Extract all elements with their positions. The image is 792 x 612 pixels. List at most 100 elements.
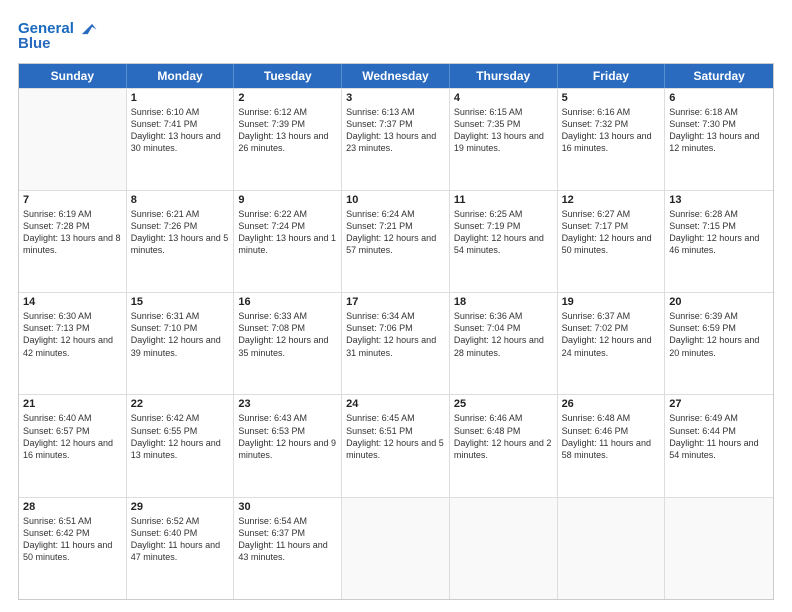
day-number: 11 <box>454 194 553 206</box>
calendar-cell: 19 Sunrise: 6:37 AMSunset: 7:02 PMDayligh… <box>558 293 666 394</box>
calendar-cell: 28 Sunrise: 6:51 AMSunset: 6:42 PMDayligh… <box>19 498 127 599</box>
day-number: 8 <box>131 194 230 206</box>
day-number: 25 <box>454 398 553 410</box>
calendar-cell: 11 Sunrise: 6:25 AMSunset: 7:19 PMDayligh… <box>450 191 558 292</box>
calendar-cell <box>450 498 558 599</box>
day-number: 28 <box>23 501 122 513</box>
day-number: 5 <box>562 92 661 104</box>
logo: General Blue <box>18 18 98 53</box>
calendar-cell <box>665 498 773 599</box>
day-number: 19 <box>562 296 661 308</box>
calendar-header-cell: Sunday <box>19 64 127 88</box>
calendar-cell: 2 Sunrise: 6:12 AMSunset: 7:39 PMDaylight… <box>234 89 342 190</box>
cell-info: Sunrise: 6:31 AMSunset: 7:10 PMDaylight:… <box>131 310 230 359</box>
day-number: 20 <box>669 296 769 308</box>
day-number: 23 <box>238 398 337 410</box>
day-number: 24 <box>346 398 445 410</box>
cell-info: Sunrise: 6:22 AMSunset: 7:24 PMDaylight:… <box>238 208 337 257</box>
calendar-header-cell: Monday <box>127 64 235 88</box>
calendar-header-cell: Tuesday <box>234 64 342 88</box>
day-number: 22 <box>131 398 230 410</box>
calendar-cell: 9 Sunrise: 6:22 AMSunset: 7:24 PMDaylight… <box>234 191 342 292</box>
calendar-header: SundayMondayTuesdayWednesdayThursdayFrid… <box>19 64 773 88</box>
cell-info: Sunrise: 6:25 AMSunset: 7:19 PMDaylight:… <box>454 208 553 257</box>
calendar-cell: 1 Sunrise: 6:10 AMSunset: 7:41 PMDaylight… <box>127 89 235 190</box>
calendar-header-cell: Thursday <box>450 64 558 88</box>
cell-info: Sunrise: 6:34 AMSunset: 7:06 PMDaylight:… <box>346 310 445 359</box>
day-number: 6 <box>669 92 769 104</box>
cell-info: Sunrise: 6:37 AMSunset: 7:02 PMDaylight:… <box>562 310 661 359</box>
cell-info: Sunrise: 6:13 AMSunset: 7:37 PMDaylight:… <box>346 106 445 155</box>
cell-info: Sunrise: 6:12 AMSunset: 7:39 PMDaylight:… <box>238 106 337 155</box>
day-number: 7 <box>23 194 122 206</box>
calendar-cell: 8 Sunrise: 6:21 AMSunset: 7:26 PMDaylight… <box>127 191 235 292</box>
logo-text-blue: Blue <box>18 36 51 53</box>
calendar-cell: 21 Sunrise: 6:40 AMSunset: 6:57 PMDayligh… <box>19 395 127 496</box>
cell-info: Sunrise: 6:21 AMSunset: 7:26 PMDaylight:… <box>131 208 230 257</box>
calendar-cell: 23 Sunrise: 6:43 AMSunset: 6:53 PMDayligh… <box>234 395 342 496</box>
calendar-row: 14Sunrise: 6:30 AMSunset: 7:13 PMDayligh… <box>19 292 773 394</box>
cell-info: Sunrise: 6:15 AMSunset: 7:35 PMDaylight:… <box>454 106 553 155</box>
cell-info: Sunrise: 6:16 AMSunset: 7:32 PMDaylight:… <box>562 106 661 155</box>
cell-info: Sunrise: 6:36 AMSunset: 7:04 PMDaylight:… <box>454 310 553 359</box>
calendar-cell: 22Sunrise: 6:42 AMSunset: 6:55 PMDayligh… <box>127 395 235 496</box>
cell-info: Sunrise: 6:24 AMSunset: 7:21 PMDaylight:… <box>346 208 445 257</box>
calendar-row: 21 Sunrise: 6:40 AMSunset: 6:57 PMDayligh… <box>19 394 773 496</box>
cell-info: Sunrise: 6:43 AMSunset: 6:53 PMDaylight:… <box>238 412 337 461</box>
calendar-header-cell: Friday <box>558 64 666 88</box>
calendar-cell: 6 Sunrise: 6:18 AMSunset: 7:30 PMDaylight… <box>665 89 773 190</box>
calendar-cell: 5 Sunrise: 6:16 AMSunset: 7:32 PMDaylight… <box>558 89 666 190</box>
calendar-cell: 15 Sunrise: 6:31 AMSunset: 7:10 PMDayligh… <box>127 293 235 394</box>
day-number: 26 <box>562 398 661 410</box>
cell-info: Sunrise: 6:10 AMSunset: 7:41 PMDaylight:… <box>131 106 230 155</box>
calendar-cell: 27 Sunrise: 6:49 AMSunset: 6:44 PMDayligh… <box>665 395 773 496</box>
calendar-header-cell: Saturday <box>665 64 773 88</box>
calendar-body: 1 Sunrise: 6:10 AMSunset: 7:41 PMDaylight… <box>19 88 773 600</box>
day-number: 27 <box>669 398 769 410</box>
day-number: 3 <box>346 92 445 104</box>
calendar-cell: 17 Sunrise: 6:34 AMSunset: 7:06 PMDayligh… <box>342 293 450 394</box>
cell-info: Sunrise: 6:49 AMSunset: 6:44 PMDaylight:… <box>669 412 769 461</box>
calendar-row: 28 Sunrise: 6:51 AMSunset: 6:42 PMDayligh… <box>19 497 773 599</box>
day-number: 1 <box>131 92 230 104</box>
calendar-cell: 12Sunrise: 6:27 AMSunset: 7:17 PMDayligh… <box>558 191 666 292</box>
calendar-cell <box>19 89 127 190</box>
calendar-cell: 7 Sunrise: 6:19 AMSunset: 7:28 PMDaylight… <box>19 191 127 292</box>
day-number: 16 <box>238 296 337 308</box>
day-number: 29 <box>131 501 230 513</box>
calendar-cell: 16 Sunrise: 6:33 AMSunset: 7:08 PMDayligh… <box>234 293 342 394</box>
logo-icon <box>76 18 98 40</box>
cell-info: Sunrise: 6:51 AMSunset: 6:42 PMDaylight:… <box>23 515 122 564</box>
calendar-cell <box>342 498 450 599</box>
calendar-cell: 24Sunrise: 6:45 AMSunset: 6:51 PMDayligh… <box>342 395 450 496</box>
day-number: 18 <box>454 296 553 308</box>
day-number: 21 <box>23 398 122 410</box>
cell-info: Sunrise: 6:39 AMSunset: 6:59 PMDaylight:… <box>669 310 769 359</box>
day-number: 17 <box>346 296 445 308</box>
calendar: SundayMondayTuesdayWednesdayThursdayFrid… <box>18 63 774 601</box>
day-number: 2 <box>238 92 337 104</box>
cell-info: Sunrise: 6:46 AMSunset: 6:48 PMDaylight:… <box>454 412 553 461</box>
day-number: 13 <box>669 194 769 206</box>
calendar-cell: 13 Sunrise: 6:28 AMSunset: 7:15 PMDayligh… <box>665 191 773 292</box>
cell-info: Sunrise: 6:28 AMSunset: 7:15 PMDaylight:… <box>669 208 769 257</box>
day-number: 4 <box>454 92 553 104</box>
calendar-cell: 26Sunrise: 6:48 AMSunset: 6:46 PMDayligh… <box>558 395 666 496</box>
cell-info: Sunrise: 6:30 AMSunset: 7:13 PMDaylight:… <box>23 310 122 359</box>
day-number: 30 <box>238 501 337 513</box>
calendar-cell: 4 Sunrise: 6:15 AMSunset: 7:35 PMDaylight… <box>450 89 558 190</box>
calendar-row: 1 Sunrise: 6:10 AMSunset: 7:41 PMDaylight… <box>19 88 773 190</box>
cell-info: Sunrise: 6:40 AMSunset: 6:57 PMDaylight:… <box>23 412 122 461</box>
day-number: 15 <box>131 296 230 308</box>
calendar-cell: 3 Sunrise: 6:13 AMSunset: 7:37 PMDaylight… <box>342 89 450 190</box>
calendar-cell: 14Sunrise: 6:30 AMSunset: 7:13 PMDayligh… <box>19 293 127 394</box>
cell-info: Sunrise: 6:19 AMSunset: 7:28 PMDaylight:… <box>23 208 122 257</box>
day-number: 12 <box>562 194 661 206</box>
calendar-cell <box>558 498 666 599</box>
day-number: 9 <box>238 194 337 206</box>
calendar-header-cell: Wednesday <box>342 64 450 88</box>
cell-info: Sunrise: 6:33 AMSunset: 7:08 PMDaylight:… <box>238 310 337 359</box>
calendar-cell: 29Sunrise: 6:52 AMSunset: 6:40 PMDayligh… <box>127 498 235 599</box>
cell-info: Sunrise: 6:18 AMSunset: 7:30 PMDaylight:… <box>669 106 769 155</box>
page-header: General Blue <box>18 18 774 53</box>
